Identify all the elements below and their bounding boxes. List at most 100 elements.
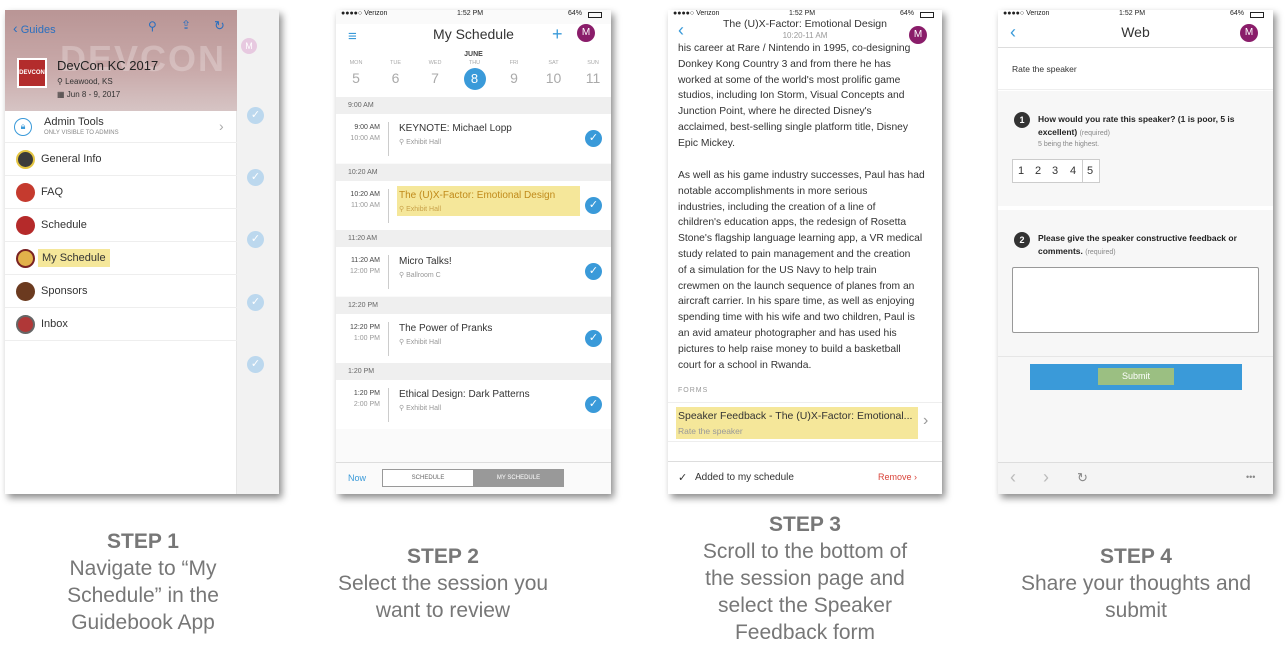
menu-item-general-info[interactable]: General Info (5, 143, 237, 176)
check-icon[interactable]: ✓ (585, 130, 602, 147)
day-wed[interactable]: WED 7 (423, 60, 447, 86)
battery: 64% (1230, 10, 1245, 17)
schedule-status-bar: ✓ Added to my schedule Remove › (668, 461, 942, 494)
day-thu[interactable]: THU 8 (463, 60, 487, 90)
day-name: THU (468, 60, 481, 66)
step-text: select the Speaker (718, 594, 892, 617)
forward-icon[interactable]: › (1043, 467, 1049, 488)
info-icon (16, 150, 35, 169)
now-button[interactable]: Now (348, 473, 366, 483)
day-sat[interactable]: SAT 10 (542, 60, 566, 86)
menu-label: My Schedule (38, 249, 110, 267)
step-text: want to review (375, 599, 511, 622)
bio-line: Stone's flagship language learning app, … (678, 233, 923, 245)
back-button[interactable]: ‹ Guides (13, 20, 56, 36)
remove-button[interactable]: Remove › (878, 472, 917, 482)
time-divider (388, 122, 389, 156)
form-header: Rate the speaker (998, 48, 1273, 90)
feedback-textarea[interactable] (1012, 267, 1259, 333)
menu-item-faq[interactable]: FAQ (5, 176, 237, 209)
battery-icon (1250, 12, 1264, 18)
check-icon: ✓ (247, 231, 264, 248)
day-number: 10 (545, 70, 562, 86)
menu-item-inbox[interactable]: Inbox (5, 308, 237, 341)
day-fri[interactable]: FRI 9 (502, 60, 526, 86)
battery: 64% (568, 10, 583, 17)
step3-screenshot: ●●●●○ Verizon 1:52 PM 64% ‹ The (U)X-Fac… (668, 10, 942, 494)
schedule-header: ≡ My Schedule + M JUNE MON 5 TUE 6 WED 7 THU 8 F… (336, 24, 611, 107)
check-icon[interactable]: ✓ (585, 396, 602, 413)
back-icon[interactable]: ‹ (1010, 467, 1016, 488)
tab-my-schedule[interactable]: MY SCHEDULE (473, 469, 564, 487)
step-heading: STEP 1 (107, 530, 179, 553)
rating-option[interactable]: 2 (1035, 165, 1041, 177)
navigation-drawer: DEVCON ‹ Guides ⚲ ⇪ ↻ DEVCON DevCon KC 2… (5, 10, 237, 494)
start-time: 9:00 AM (354, 124, 380, 131)
day-tue[interactable]: TUE 6 (384, 60, 408, 86)
event-logo: DEVCON (17, 58, 47, 88)
session-row[interactable]: 1:20 PM 2:00 PM Ethical Design: Dark Patte… (336, 380, 611, 429)
share-icon[interactable]: ⇪ (181, 18, 191, 32)
time-section-header: 10:20 AM (336, 163, 611, 181)
session-row[interactable]: 10:20 AM 11:00 AM The (U)X-Factor: Emotion… (336, 180, 611, 230)
remove-label: Remove (878, 472, 912, 482)
time-divider (388, 321, 389, 356)
question-1-text: How would you rate this speaker? (1 is p… (1038, 113, 1258, 140)
add-icon[interactable]: + (552, 24, 563, 45)
session-time: 10:20-11 AM (782, 31, 828, 40)
avatar: M (241, 38, 257, 54)
speaker-feedback-form-row[interactable]: Speaker Feedback - The (U)X-Factor: Emot… (668, 402, 942, 442)
forms-label: FORMS (678, 387, 709, 394)
month-label: JUNE (336, 51, 611, 58)
admin-tools-item[interactable]: 🔒︎ Admin Tools ONLY VISIBLE TO ADMINS › (5, 111, 237, 143)
day-mon[interactable]: MON 5 (344, 60, 368, 86)
start-time: 11:20 AM (350, 257, 380, 264)
avatar[interactable]: M (577, 24, 595, 42)
bio-line: worked at some of the world's most proli… (678, 74, 901, 86)
refresh-icon[interactable]: ↻ (1077, 470, 1088, 486)
calendar-icon: ▦ (57, 90, 65, 99)
session-name: Micro Talks! (399, 256, 452, 267)
step-text: Scroll to the bottom of (702, 540, 908, 563)
dates-text: Jun 8 - 9, 2017 (66, 90, 121, 99)
session-row[interactable]: 12:20 PM 1:00 PM The Power of Pranks ⚲ Exhi… (336, 313, 611, 363)
step1-screenshot: M ✓ ✓ ✓ ✓ ✓ DEVCON ‹ Guides ⚲ ⇪ ↻ DEVCON… (5, 10, 279, 494)
bio-line: industries, including the creation of a … (678, 201, 876, 213)
bio-line: court for a school in Rwanda. (678, 359, 812, 371)
tab-schedule[interactable]: SCHEDULE (382, 469, 474, 487)
start-time: 12:20 PM (350, 323, 380, 331)
rating-option[interactable]: 1 (1018, 165, 1024, 177)
page-title: Web (1121, 24, 1150, 40)
submit-button[interactable]: Submit (1030, 364, 1242, 390)
avatar[interactable]: M (1240, 24, 1258, 42)
month-text: JUNE (464, 51, 483, 58)
search-icon[interactable]: ⚲ (148, 19, 157, 33)
check-icon: ✓ (247, 356, 264, 373)
bio-line: of a simulation for the US Navy to help … (678, 264, 877, 276)
session-row[interactable]: 9:00 AM 10:00 AM KEYNOTE: Michael Lopp ⚲ Ex… (336, 114, 611, 163)
submit-label: Submit (1098, 368, 1174, 385)
session-row[interactable]: 11:20 AM 12:00 PM Micro Talks! ⚲ Ballroom C… (336, 247, 611, 296)
time-section-header: 1:20 PM (336, 363, 611, 380)
more-icon[interactable]: ••• (1246, 472, 1255, 482)
session-name: Ethical Design: Dark Patterns (399, 389, 530, 400)
bio-line: studios, including Ion Storm, Visual Con… (678, 90, 905, 102)
bio-line: study related to pain management and the… (678, 248, 911, 260)
web-nav-bar: ‹ Web M (998, 22, 1273, 48)
bio-line: his career at Rare / Nintendo in 1995, c… (678, 43, 911, 54)
bio-paragraph-1: his career at Rare / Nintendo in 1995, c… (678, 41, 936, 152)
bio-line: notable accomplishments in more serious (678, 185, 868, 197)
check-icon[interactable]: ✓ (585, 329, 602, 347)
rating-option[interactable]: 5 (1087, 165, 1093, 177)
menu-item-sponsors[interactable]: Sponsors (5, 275, 237, 308)
check-icon[interactable]: ✓ (585, 263, 602, 280)
menu-item-my-schedule[interactable]: My Schedule (5, 242, 237, 275)
rating-option[interactable]: 4 (1070, 165, 1076, 177)
day-sun[interactable]: SUN 11 (581, 60, 605, 86)
step-text: Schedule” in the (67, 584, 219, 607)
rating-option[interactable]: 3 (1052, 165, 1058, 177)
chevron-left-icon: ‹ (13, 20, 18, 36)
check-icon[interactable]: ✓ (585, 196, 602, 214)
menu-item-schedule[interactable]: Schedule (5, 209, 237, 242)
refresh-icon[interactable]: ↻ (214, 18, 225, 34)
